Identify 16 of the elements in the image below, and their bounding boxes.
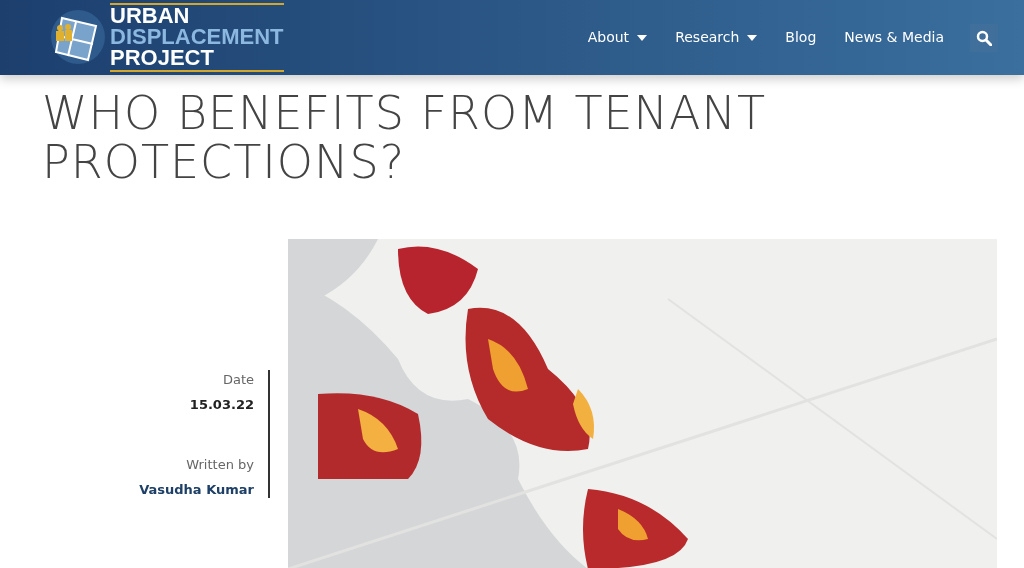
meta-label: Date [221,370,254,389]
caret-icon [637,34,648,41]
nav-link[interactable]: About [577,21,658,54]
meta-value: 15.03.22 [188,396,254,414]
home-link[interactable]: URBAN DISPLACEMENT PROJECT [48,3,284,72]
search-button[interactable] [970,23,998,52]
nav-link[interactable]: News & Media [834,21,954,54]
page-title: WHO BENEFITS FROM TENANT PROTECTIONS? [42,89,767,187]
meta-label: Written by [185,455,254,474]
caret-icon [747,34,758,41]
logo-text: URBAN DISPLACEMENT PROJECT [110,3,284,72]
search-icon [976,29,992,46]
author-link[interactable]: Vasudha Kumar [40,480,254,500]
logo-icon [48,8,106,67]
nav-link[interactable]: Research [665,21,768,54]
nav-link[interactable]: Blog [775,21,827,54]
